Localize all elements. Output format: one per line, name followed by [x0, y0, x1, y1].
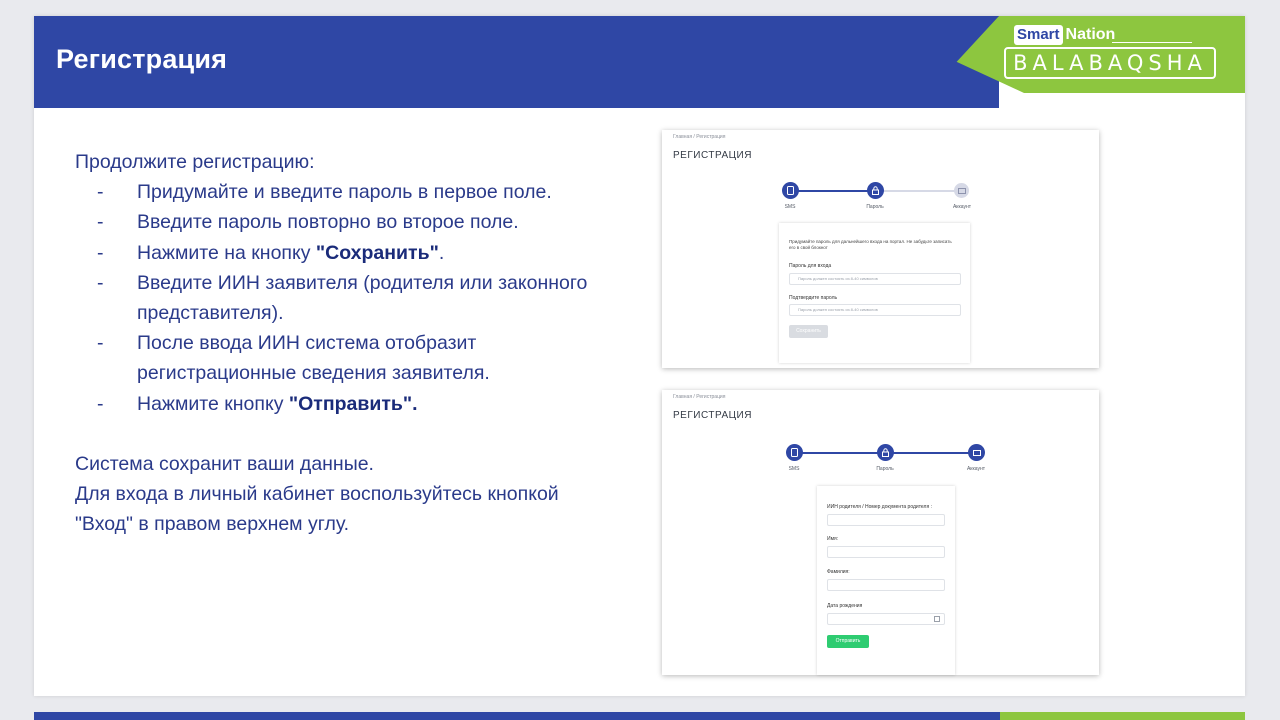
header-banner: Регистрация Smart Nation BALABAQSHA	[34, 16, 1245, 108]
list-item: - Введите ИИН заявителя (родителя или зак…	[97, 271, 588, 325]
list-item: - Нажмите на кнопку "Сохранить".	[97, 241, 445, 264]
lock-icon	[877, 444, 894, 461]
first-name-label: Имя:	[827, 536, 839, 542]
step-label-password: Пароль	[866, 204, 884, 210]
confirm-password-label: Подтвердите пароль	[789, 295, 838, 301]
logo-nation-text: Nation	[1065, 26, 1116, 43]
surname-input[interactable]	[827, 579, 945, 591]
next-slide-edge-accent	[1000, 712, 1245, 720]
instructions-list: - Придумайте и введите пароль в первое по…	[75, 177, 595, 419]
logo-underline	[1112, 42, 1192, 43]
password-label: Пароль для входа	[789, 263, 832, 269]
confirm-password-input[interactable]: Пароль должен состоять из 8-40 символов	[789, 304, 961, 316]
iin-input[interactable]	[827, 514, 945, 526]
first-name-input[interactable]	[827, 546, 945, 558]
breadcrumb[interactable]: Главная / Регистрация	[673, 394, 725, 400]
password-input[interactable]: Пароль должен состоять из 8-40 символов	[789, 273, 961, 285]
step-label-password: Пароль	[876, 466, 894, 472]
step-label-sms: SMS	[788, 466, 800, 472]
slide-title: Регистрация	[56, 44, 228, 74]
password-step-screenshot: Главная / Регистрация РЕГИСТРАЦИЯ SMS Па…	[662, 130, 1099, 368]
instructions-intro: Продолжите регистрацию:	[75, 151, 315, 173]
password-form: Придумайте пароль для дальнейшего входа …	[779, 223, 970, 363]
password-note: Придумайте пароль для дальнейшего входа …	[789, 239, 952, 250]
save-keyword: "Сохранить"	[315, 241, 439, 264]
list-item: - Придумайте и введите пароль в первое по…	[97, 181, 552, 204]
phone-icon	[782, 182, 799, 199]
logo-smart-text: Smart	[1014, 25, 1063, 45]
surname-label: Фамилия:	[827, 569, 850, 575]
step-label-account: Аккаунт	[966, 466, 986, 472]
list-item: - Нажмите кнопку "Отправить".	[97, 392, 418, 415]
logo-balabaqsha-text: BALABAQSHA	[1004, 47, 1216, 79]
calendar-icon[interactable]	[934, 616, 940, 622]
page-title: РЕГИСТРАЦИЯ	[673, 150, 752, 161]
account-step-screenshot: Главная / Регистрация РЕГИСТРАЦИЯ SMS Па…	[662, 390, 1099, 675]
iin-label: ИИН родителя / Номер документа родителя …	[827, 504, 932, 510]
page-title: РЕГИСТРАЦИЯ	[673, 410, 752, 421]
lock-icon	[867, 182, 884, 199]
outro-line-2: Для входа в личный кабинет воспользуйтес…	[75, 483, 559, 536]
id-card-icon	[968, 444, 985, 461]
instructions-text: Продолжите регистрацию: - Придумайте и вв…	[75, 147, 595, 539]
list-item: - После ввода ИИН система отобразит регис…	[97, 332, 490, 385]
step-label-sms: SMS	[784, 204, 796, 210]
outro-line-1: Система сохранит ваши данные.	[75, 452, 374, 475]
phone-icon	[786, 444, 803, 461]
birth-date-input[interactable]	[827, 613, 945, 625]
registration-stepper: SMS Пароль Аккаунт	[782, 182, 972, 212]
id-card-icon	[954, 183, 969, 198]
submit-button[interactable]: Отправить	[827, 635, 869, 648]
submit-keyword: "Отправить".	[288, 392, 418, 415]
slide: Регистрация Smart Nation BALABAQSHA Прод…	[34, 16, 1245, 696]
list-item: - Введите пароль повторно во второе поле.	[97, 211, 519, 234]
save-button[interactable]: Сохранить	[789, 325, 828, 338]
registration-stepper: SMS Пароль Аккаунт	[786, 444, 986, 474]
breadcrumb[interactable]: Главная / Регистрация	[673, 134, 725, 140]
account-form: ИИН родителя / Номер документа родителя …	[817, 486, 955, 675]
smart-nation-logo: Smart Nation BALABAQSHA	[1004, 24, 1216, 86]
step-label-account: Аккаунт	[952, 204, 972, 210]
birth-date-label: Дата рождения	[827, 603, 863, 609]
